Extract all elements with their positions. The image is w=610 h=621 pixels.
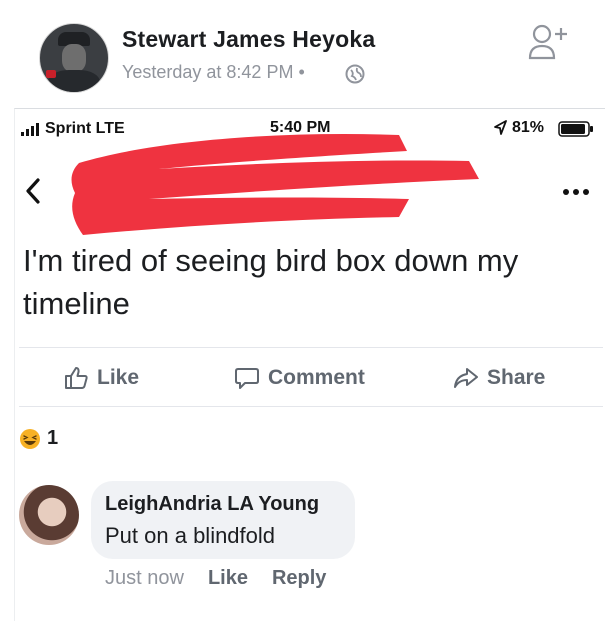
reaction-summary[interactable]: 1	[19, 427, 58, 450]
comment-label: Comment	[268, 366, 365, 389]
like-label: Like	[97, 366, 140, 389]
commenter-avatar[interactable]	[19, 485, 79, 545]
post-header: Stewart James Heyoka Yesterday at 8:42 P…	[0, 0, 610, 105]
post-timestamp[interactable]: Yesterday at 8:42 PM •	[122, 62, 305, 83]
phone-screenshot: Sprint LTE 5:40 PM 81% I'm tired of seei…	[14, 108, 605, 621]
share-button[interactable]: Share	[453, 365, 545, 391]
divider	[19, 347, 603, 348]
timestamp-text: Yesterday at 8:42 PM	[122, 62, 294, 82]
comment-reply-button[interactable]: Reply	[272, 567, 326, 590]
redaction-scribble	[71, 134, 479, 235]
share-arrow-icon	[454, 368, 478, 388]
comment-author[interactable]: LeighAndria LA Young	[105, 493, 319, 516]
author-avatar[interactable]	[39, 23, 109, 93]
comment-timestamp[interactable]: Just now	[105, 567, 184, 590]
divider	[19, 406, 603, 407]
add-friend-icon[interactable]	[528, 22, 572, 62]
comment-actions: Just now Like Reply	[105, 567, 326, 590]
comment-text: Put on a blindfold	[105, 523, 276, 548]
battery-percent: 81%	[512, 119, 545, 136]
globe-icon	[345, 64, 365, 84]
share-label: Share	[487, 366, 546, 389]
comment-like-button[interactable]: Like	[208, 567, 248, 590]
post-action-bar: Like Comment Share	[15, 357, 605, 405]
battery-icon	[558, 121, 593, 137]
post-body-text: I'm tired of seeing bird box down my tim…	[23, 243, 519, 321]
thumbs-up-icon	[65, 367, 88, 389]
comment-bubble: LeighAndria LA Young Put on a blindfold	[91, 481, 355, 559]
avatar-face	[62, 44, 86, 72]
avatar-accent	[46, 70, 56, 78]
like-button[interactable]: Like	[63, 365, 139, 391]
haha-icon	[20, 428, 40, 449]
more-options-icon[interactable]	[561, 187, 591, 197]
author-name[interactable]: Stewart James Heyoka	[122, 26, 375, 53]
comment-bubble-icon	[235, 368, 259, 389]
reaction-count: 1	[47, 427, 59, 449]
comment-button[interactable]: Comment	[234, 365, 365, 391]
timestamp-separator: •	[298, 62, 305, 82]
location-arrow-icon	[494, 120, 507, 135]
